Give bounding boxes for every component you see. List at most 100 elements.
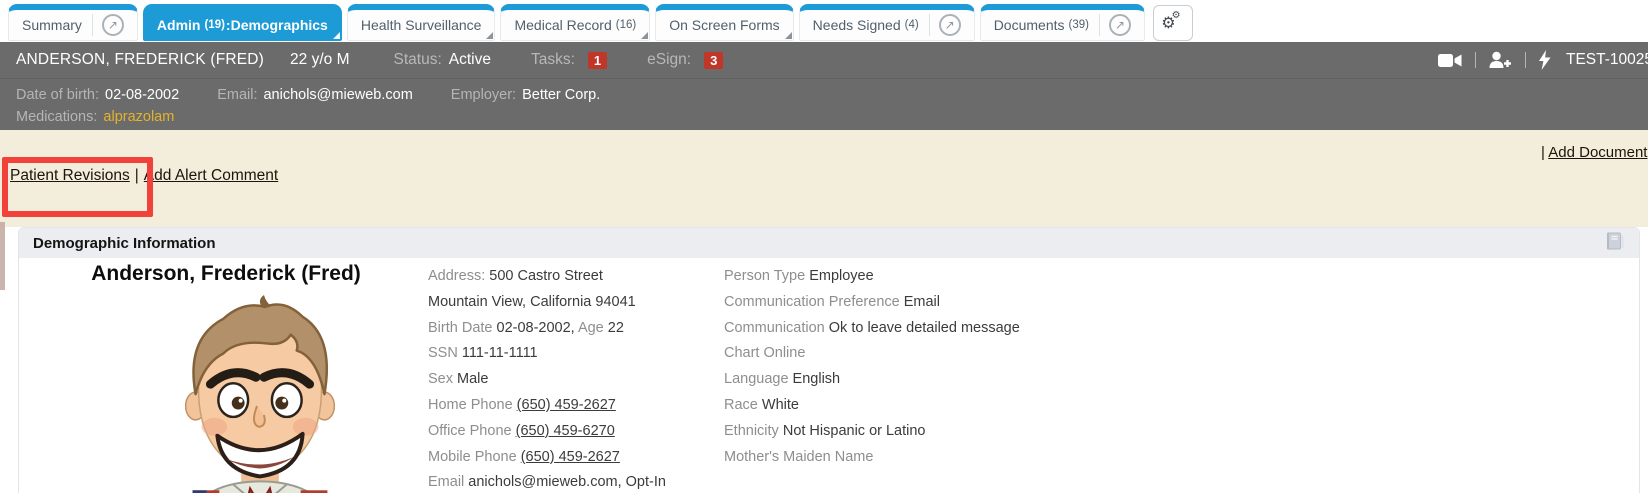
tab-summary[interactable]: Summary ↗: [8, 4, 138, 41]
field-label: Person Type: [724, 268, 809, 284]
field-value: 22: [608, 320, 624, 336]
field-value: Not Hispanic or Latino: [783, 423, 926, 439]
panel-header: Demographic Information: [19, 228, 1639, 258]
tab-on-screen-forms[interactable]: On Screen Forms: [655, 4, 793, 41]
field-label: Birth Date: [428, 320, 497, 336]
field-value: Male: [457, 371, 488, 387]
field-label: Ethnicity: [724, 423, 783, 439]
field-value: Employee: [809, 268, 873, 284]
field-value: 111-11-1111: [462, 345, 538, 361]
demographic-row: Office Phone (650) 459-6270: [428, 419, 666, 445]
employer-value: Better Corp.: [522, 87, 600, 103]
field-value: 02-08-2002,: [497, 320, 578, 336]
field-label: Language: [724, 371, 793, 387]
tab-needs-signed[interactable]: Needs Signed(4)↗: [799, 4, 975, 41]
tab-label: Health Surveillance: [361, 17, 482, 33]
tab-count: (16): [616, 19, 636, 31]
demographic-row: Chart Online: [724, 341, 1020, 367]
tab-medical-record[interactable]: Medical Record (16): [500, 4, 650, 41]
gear-icon-small: ⚙: [1172, 11, 1181, 21]
settings-gear-button[interactable]: ⚙⚙: [1153, 5, 1193, 41]
panel-body: Anderson, Frederick (Fred): [19, 258, 1639, 493]
field-label: Email: [428, 474, 468, 490]
field-label: Chart Online: [724, 345, 805, 361]
demographic-row: Mother's Maiden Name: [724, 445, 1020, 471]
field-label: Mother's Maiden Name: [724, 449, 873, 465]
demographic-row: Birth Date 02-08-2002, Age 22: [428, 316, 666, 342]
demographic-patient-name: Anderson, Frederick (Fred): [65, 262, 387, 286]
demographic-row: Communication Ok to leave detailed messa…: [724, 316, 1020, 342]
demographic-row: Language English: [724, 367, 1020, 393]
annotation-edge-artifact: [0, 222, 5, 290]
demographic-row: Email anichols@mieweb.com, Opt-In: [428, 470, 666, 493]
tab-count: (19): [204, 19, 224, 31]
tab-admin[interactable]: Admin(19):Demographics: [143, 4, 342, 41]
esign-label: eSign:: [647, 51, 691, 69]
tasks-count-badge[interactable]: 1: [588, 52, 607, 69]
tab-suffix: :Demographics: [226, 17, 328, 33]
journal-book-icon[interactable]: [1603, 230, 1625, 257]
tab-dropdown-fold-icon: [641, 32, 648, 39]
dob-value: 02-08-2002: [105, 87, 179, 103]
demographic-information-panel: Demographic Information Anderson, Freder…: [18, 227, 1640, 493]
icon-divider: [1475, 52, 1476, 68]
demographic-row: Home Phone (650) 459-2627: [428, 393, 666, 419]
field-label: Office Phone: [428, 423, 516, 439]
tab-dropdown-fold-icon: [785, 32, 792, 39]
link-separator: |: [135, 167, 139, 184]
info-row-1: Date of birth: 02-08-2002 Email: anichol…: [16, 84, 1648, 106]
arrow-up-right-circle-icon[interactable]: ↗: [1109, 14, 1131, 36]
tab-dropdown-fold-icon: [486, 32, 493, 39]
tab-divider: [92, 14, 93, 36]
demographics-middle-column: Address: 500 Castro StreetMountain View,…: [428, 264, 666, 493]
lightning-icon[interactable]: [1539, 50, 1551, 70]
tab-label: Medical Record: [514, 17, 611, 33]
phone-link[interactable]: (650) 459-2627: [517, 397, 616, 413]
medication-value[interactable]: alprazolam: [103, 109, 174, 125]
patient-photo[interactable]: [165, 295, 355, 493]
tab-documents[interactable]: Documents(39)↗: [980, 4, 1145, 41]
field-label: Mobile Phone: [428, 449, 521, 465]
video-camera-icon[interactable]: [1438, 52, 1462, 69]
patient-revisions-link[interactable]: Patient Revisions: [10, 167, 130, 184]
add-document-link[interactable]: Add Document: [1548, 144, 1647, 161]
add-alert-comment-link[interactable]: Add Alert Comment: [144, 167, 278, 184]
action-links-band: | Add Document Patient Revisions | Add Ale…: [0, 130, 1648, 227]
field-value: Mountain View, California 94041: [428, 294, 636, 310]
field-label: SSN: [428, 345, 462, 361]
medications-label: Medications:: [16, 109, 97, 125]
tab-health-surveillance[interactable]: Health Surveillance: [347, 4, 496, 41]
tab-strip: Summary ↗ Admin(19):Demographics Health Sur…: [8, 4, 1145, 41]
demographics-right-column: Person Type EmployeeCommunication Prefer…: [724, 264, 1020, 470]
tab-count: (4): [905, 19, 919, 31]
esign-count-badge[interactable]: 3: [704, 52, 723, 69]
tab-dropdown-fold-icon: [333, 32, 340, 39]
patient-links-area: Patient Revisions | Add Alert Comment: [10, 167, 278, 185]
status-value: Active: [449, 51, 491, 69]
tab-divider: [929, 14, 930, 36]
add-person-icon[interactable]: [1489, 51, 1512, 69]
demographic-row: SSN 111-11-1111: [428, 341, 666, 367]
demographic-row: Person Type Employee: [724, 264, 1020, 290]
tab-divider: [1099, 14, 1100, 36]
field-label: Race: [724, 397, 762, 413]
arrow-up-right-circle-icon[interactable]: ↗: [939, 14, 961, 36]
phone-link[interactable]: (650) 459-2627: [521, 449, 620, 465]
demographic-row: Mobile Phone (650) 459-2627: [428, 445, 666, 471]
tab-label: Documents: [994, 17, 1065, 33]
demographic-row: Communication Preference Email: [724, 290, 1020, 316]
demographic-row: Mountain View, California 94041: [428, 290, 666, 316]
icon-divider: [1525, 52, 1526, 68]
demographic-row: Race White: [724, 393, 1020, 419]
arrow-up-right-circle-icon[interactable]: ↗: [102, 14, 124, 36]
tab-label: Summary: [22, 17, 82, 33]
email-label: Email:: [217, 87, 257, 103]
field-label: Age: [578, 320, 608, 336]
tab-label: Admin: [157, 17, 201, 33]
patient-age-sex: 22 y/o M: [290, 51, 349, 69]
field-value: English: [793, 371, 841, 387]
phone-link[interactable]: (650) 459-6270: [516, 423, 615, 439]
patient-header-bar: ANDERSON, FREDERICK (FRED) 22 y/o M Stat…: [0, 42, 1648, 78]
field-label: Communication Preference: [724, 294, 904, 310]
field-label: Home Phone: [428, 397, 517, 413]
